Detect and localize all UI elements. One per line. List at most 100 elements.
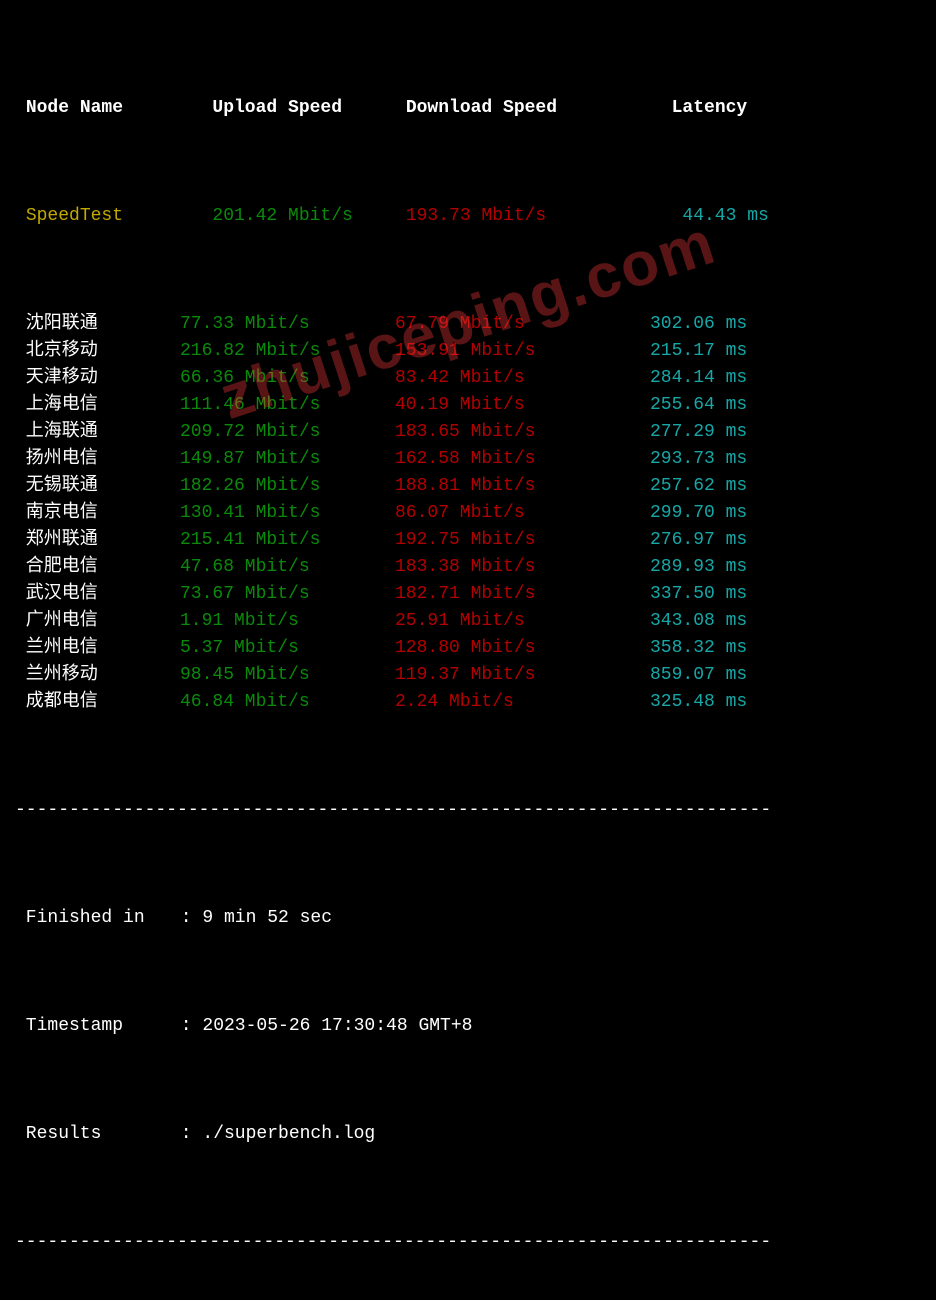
latency-value: 284.14 ms [650,365,747,392]
speedtest-download: 193.73 Mbit/s [395,203,650,230]
speedtest-row: SpeedTest 201.42 Mbit/s 193.73 Mbit/s 44… [15,203,921,230]
upload-speed: 73.67 Mbit/s [180,581,395,608]
node-name: 南京电信 [15,500,180,527]
download-speed: 67.79 Mbit/s [395,311,650,338]
node-name: 兰州移动 [15,662,180,689]
latency-value: 337.50 ms [650,581,747,608]
download-speed: 183.38 Mbit/s [395,554,650,581]
footer-timestamp: Timestamp : 2023-05-26 17:30:48 GMT+8 [15,1013,921,1040]
latency-value: 289.93 ms [650,554,747,581]
download-speed: 192.75 Mbit/s [395,527,650,554]
divider-line-bottom: ----------------------------------------… [15,1229,921,1256]
latency-value: 358.32 ms [650,635,747,662]
speedtest-upload: 201.42 Mbit/s [180,203,395,230]
latency-value: 257.62 ms [650,473,747,500]
finished-value: 9 min 52 sec [202,908,332,928]
timestamp-label: Timestamp [15,1013,170,1040]
download-speed: 25.91 Mbit/s [395,608,650,635]
upload-speed: 111.46 Mbit/s [180,392,395,419]
latency-value: 343.08 ms [650,608,747,635]
node-name: 兰州电信 [15,635,180,662]
download-speed: 183.65 Mbit/s [395,419,650,446]
download-speed: 182.71 Mbit/s [395,581,650,608]
download-speed: 86.07 Mbit/s [395,500,650,527]
node-name: 郑州联通 [15,527,180,554]
latency-value: 325.48 ms [650,689,747,716]
upload-speed: 98.45 Mbit/s [180,662,395,689]
node-name: 无锡联通 [15,473,180,500]
download-speed: 83.42 Mbit/s [395,365,650,392]
node-name: 合肥电信 [15,554,180,581]
upload-speed: 5.37 Mbit/s [180,635,395,662]
latency-value: 299.70 ms [650,500,747,527]
upload-speed: 130.41 Mbit/s [180,500,395,527]
table-row: 郑州联通215.41 Mbit/s192.75 Mbit/s276.97 ms [15,527,921,554]
footer-results: Results : ./superbench.log [15,1121,921,1148]
timestamp-value: 2023-05-26 17:30:48 GMT+8 [202,1016,472,1036]
timestamp-sep: : [170,1016,202,1036]
upload-speed: 77.33 Mbit/s [180,311,395,338]
latency-value: 859.07 ms [650,662,747,689]
results-label: Results [15,1121,170,1148]
table-row: 兰州移动98.45 Mbit/s119.37 Mbit/s859.07 ms [15,662,921,689]
download-speed: 128.80 Mbit/s [395,635,650,662]
footer-finished: Finished in : 9 min 52 sec [15,905,921,932]
table-row: 上海电信111.46 Mbit/s40.19 Mbit/s255.64 ms [15,392,921,419]
node-name: 沈阳联通 [15,311,180,338]
download-speed: 162.58 Mbit/s [395,446,650,473]
download-speed: 188.81 Mbit/s [395,473,650,500]
node-name: 成都电信 [15,689,180,716]
table-row: 兰州电信5.37 Mbit/s128.80 Mbit/s358.32 ms [15,635,921,662]
table-row: 天津移动66.36 Mbit/s83.42 Mbit/s284.14 ms [15,365,921,392]
upload-speed: 149.87 Mbit/s [180,446,395,473]
table-row: 南京电信130.41 Mbit/s86.07 Mbit/s299.70 ms [15,500,921,527]
table-row: 成都电信46.84 Mbit/s2.24 Mbit/s325.48 ms [15,689,921,716]
speedtest-latency: 44.43 ms [650,203,769,230]
results-body: 沈阳联通77.33 Mbit/s67.79 Mbit/s302.06 ms 北京… [15,311,921,716]
node-name: 上海电信 [15,392,180,419]
upload-speed: 47.68 Mbit/s [180,554,395,581]
download-speed: 2.24 Mbit/s [395,689,650,716]
finished-label: Finished in [15,905,170,932]
latency-value: 293.73 ms [650,446,747,473]
upload-speed: 66.36 Mbit/s [180,365,395,392]
finished-sep: : [170,908,202,928]
latency-value: 215.17 ms [650,338,747,365]
latency-value: 302.06 ms [650,311,747,338]
upload-speed: 1.91 Mbit/s [180,608,395,635]
node-name: 广州电信 [15,608,180,635]
table-row: 武汉电信73.67 Mbit/s182.71 Mbit/s337.50 ms [15,581,921,608]
table-row: 扬州电信149.87 Mbit/s162.58 Mbit/s293.73 ms [15,446,921,473]
table-row: 沈阳联通77.33 Mbit/s67.79 Mbit/s302.06 ms [15,311,921,338]
node-name: 扬州电信 [15,446,180,473]
node-name: 上海联通 [15,419,180,446]
node-name: 武汉电信 [15,581,180,608]
upload-speed: 182.26 Mbit/s [180,473,395,500]
header-download: Download Speed [395,95,650,122]
upload-speed: 215.41 Mbit/s [180,527,395,554]
header-latency: Latency [650,95,747,122]
download-speed: 153.91 Mbit/s [395,338,650,365]
table-row: 上海联通209.72 Mbit/s183.65 Mbit/s277.29 ms [15,419,921,446]
latency-value: 255.64 ms [650,392,747,419]
download-speed: 119.37 Mbit/s [395,662,650,689]
node-name: 北京移动 [15,338,180,365]
download-speed: 40.19 Mbit/s [395,392,650,419]
upload-speed: 46.84 Mbit/s [180,689,395,716]
header-node-name: Node Name [15,95,180,122]
speedtest-name: SpeedTest [15,203,180,230]
table-header: Node Name Upload Speed Download Speed La… [15,95,921,122]
latency-value: 276.97 ms [650,527,747,554]
divider-line: ----------------------------------------… [15,797,921,824]
table-row: 合肥电信47.68 Mbit/s183.38 Mbit/s289.93 ms [15,554,921,581]
header-upload: Upload Speed [180,95,395,122]
upload-speed: 216.82 Mbit/s [180,338,395,365]
table-row: 广州电信1.91 Mbit/s25.91 Mbit/s343.08 ms [15,608,921,635]
table-row: 北京移动216.82 Mbit/s153.91 Mbit/s215.17 ms [15,338,921,365]
results-sep: : [170,1124,202,1144]
upload-speed: 209.72 Mbit/s [180,419,395,446]
terminal-output: Node Name Upload Speed Download Speed La… [0,0,936,1300]
table-row: 无锡联通182.26 Mbit/s188.81 Mbit/s257.62 ms [15,473,921,500]
results-value: ./superbench.log [202,1124,375,1144]
latency-value: 277.29 ms [650,419,747,446]
